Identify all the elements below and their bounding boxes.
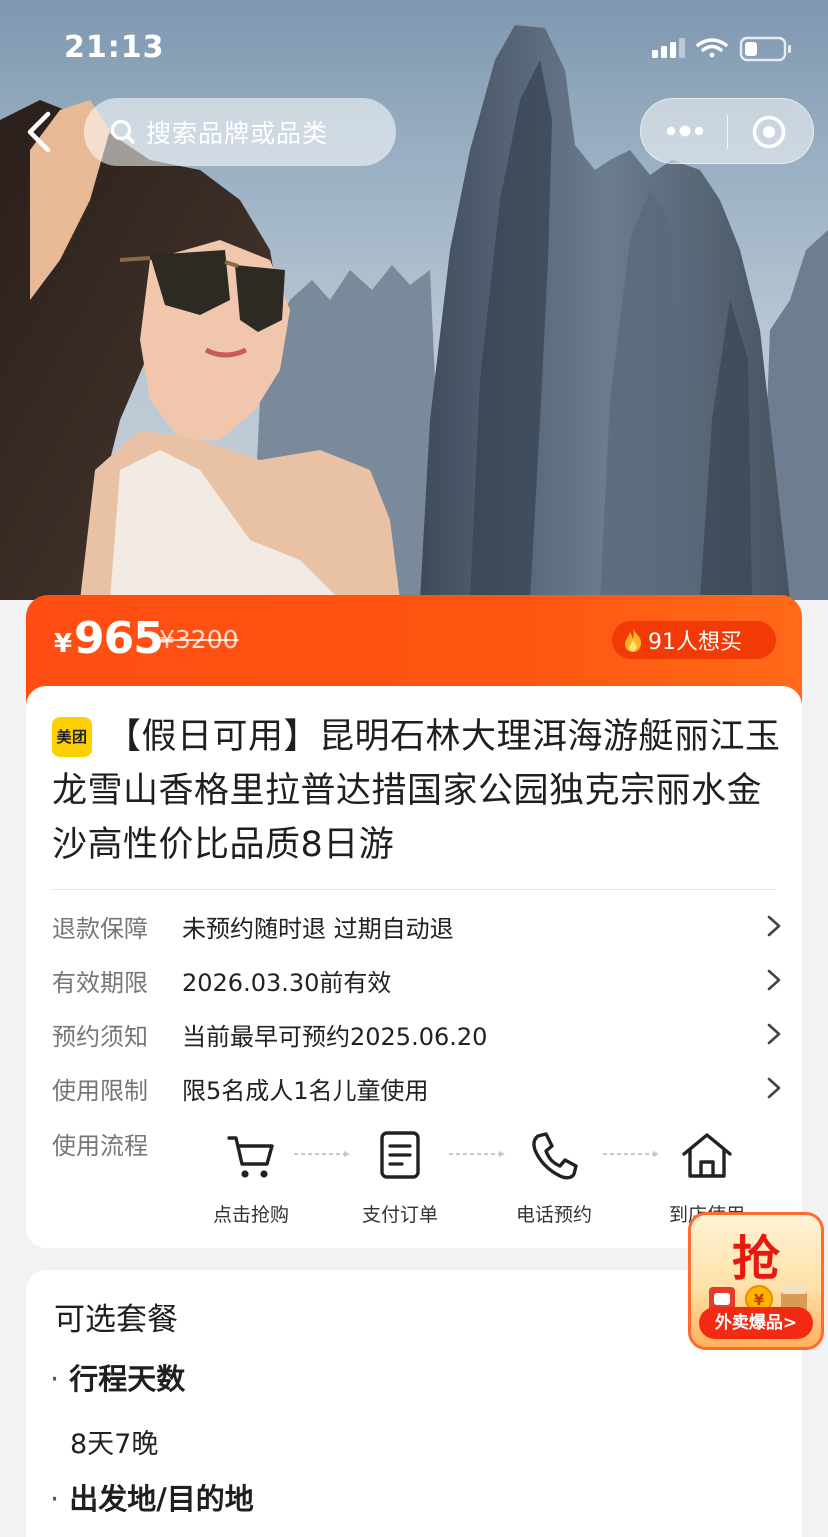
phone-icon <box>532 1132 578 1180</box>
capsule-divider <box>727 115 728 149</box>
more-options-icon[interactable] <box>665 121 705 141</box>
bullet: · <box>50 1362 60 1396</box>
option-group-name: 行程天数 <box>69 1362 186 1396</box>
status-time: 21:13 <box>64 30 165 65</box>
cart-icon <box>227 1136 274 1178</box>
mini-program-capsule <box>640 98 814 164</box>
info-row-booking-notice[interactable]: 预约须知 当前最早可预约2025.06.20 <box>52 1014 782 1054</box>
flow-step-label: 点击抢购 <box>212 1204 289 1226</box>
usage-flow-label: 使用流程 <box>52 1132 148 1160</box>
search-placeholder: 搜索品牌或品类 <box>146 119 329 148</box>
info-row-usage-limit[interactable]: 使用限制 限5名成人1名儿童使用 <box>52 1068 782 1108</box>
signal-icon <box>652 38 685 58</box>
bullet: · <box>50 1482 60 1516</box>
meituan-logo: 美团 <box>52 717 92 757</box>
info-value: 当前最早可预约2025.06.20 <box>182 1022 488 1051</box>
fire-icon <box>625 628 642 652</box>
options-title: 可选套餐 <box>54 1302 178 1338</box>
search-bar[interactable]: 搜索品牌或品类 <box>84 98 396 166</box>
info-label: 退款保障 <box>52 914 148 943</box>
original-price: ¥3200 <box>159 625 239 654</box>
option-group-origin-destination: · 出发地/目的地 <box>50 1476 254 1518</box>
option-group-days: · 行程天数 <box>50 1356 185 1398</box>
info-value: 限5名成人1名儿童使用 <box>182 1076 429 1105</box>
info-value: 未预约随时退 过期自动退 <box>182 914 454 943</box>
chevron-right-icon <box>767 969 781 991</box>
info-value: 2026.03.30前有效 <box>182 968 392 997</box>
product-title: 美团 【假日可用】昆明石林大理洱海游艇丽江玉龙雪山香格里拉普达措国家公园独克宗丽水… <box>52 710 782 872</box>
info-row-refund[interactable]: 退款保障 未预约随时退 过期自动退 <box>52 906 782 946</box>
want-count-badge: 91人想买 <box>612 621 776 659</box>
info-label: 预约须知 <box>52 1022 148 1051</box>
flow-step-label: 电话预约 <box>515 1204 592 1226</box>
price-currency: ¥ <box>54 629 73 659</box>
search-icon <box>110 119 135 144</box>
product-detail-card: 美团 【假日可用】昆明石林大理洱海游艇丽江玉龙雪山香格里拉普达措国家公园独克宗丽水… <box>26 686 802 1248</box>
wifi-icon <box>696 38 728 58</box>
product-title-text: 【假日可用】昆明石林大理洱海游艇丽江玉龙雪山香格里拉普达措国家公园独克宗丽水金沙… <box>52 717 781 865</box>
flow-step-purchase: 点击抢购 <box>196 1128 306 1227</box>
option-group-name: 出发地/目的地 <box>69 1482 254 1516</box>
package-options-card: 可选套餐 · 行程天数 8天7晚 · 出发地/目的地 <box>26 1270 802 1537</box>
info-label: 有效期限 <box>52 968 148 997</box>
home-icon <box>682 1133 732 1178</box>
back-button[interactable] <box>20 106 64 158</box>
want-count-text: 91人想买 <box>648 630 742 655</box>
info-row-validity[interactable]: 有效期限 2026.03.30前有效 <box>52 960 782 1000</box>
close-mini-program-icon[interactable] <box>751 114 787 150</box>
takeout-promo-badge[interactable]: 抢 ¥ 外卖爆品> <box>688 1212 824 1350</box>
battery-icon <box>739 36 791 62</box>
chevron-right-icon <box>767 1077 781 1099</box>
flow-step-phone-booking: 电话预约 <box>499 1128 609 1227</box>
option-value-days[interactable]: 8天7晚 <box>70 1422 158 1461</box>
flow-arrow <box>294 1151 350 1157</box>
back-arrow-icon <box>27 111 51 153</box>
flow-step-pay: 支付订单 <box>345 1128 455 1227</box>
title-divider <box>52 889 776 890</box>
order-document-icon <box>380 1131 420 1179</box>
current-price: 965 <box>74 613 164 664</box>
flow-step-label: 支付订单 <box>361 1204 438 1226</box>
chevron-right-icon <box>767 915 781 937</box>
status-bar: 21:13 <box>0 0 828 96</box>
info-label: 使用限制 <box>52 1076 148 1105</box>
status-icons <box>652 36 791 62</box>
promo-label: 外卖爆品> <box>699 1307 813 1339</box>
chevron-right-icon <box>767 1023 781 1045</box>
